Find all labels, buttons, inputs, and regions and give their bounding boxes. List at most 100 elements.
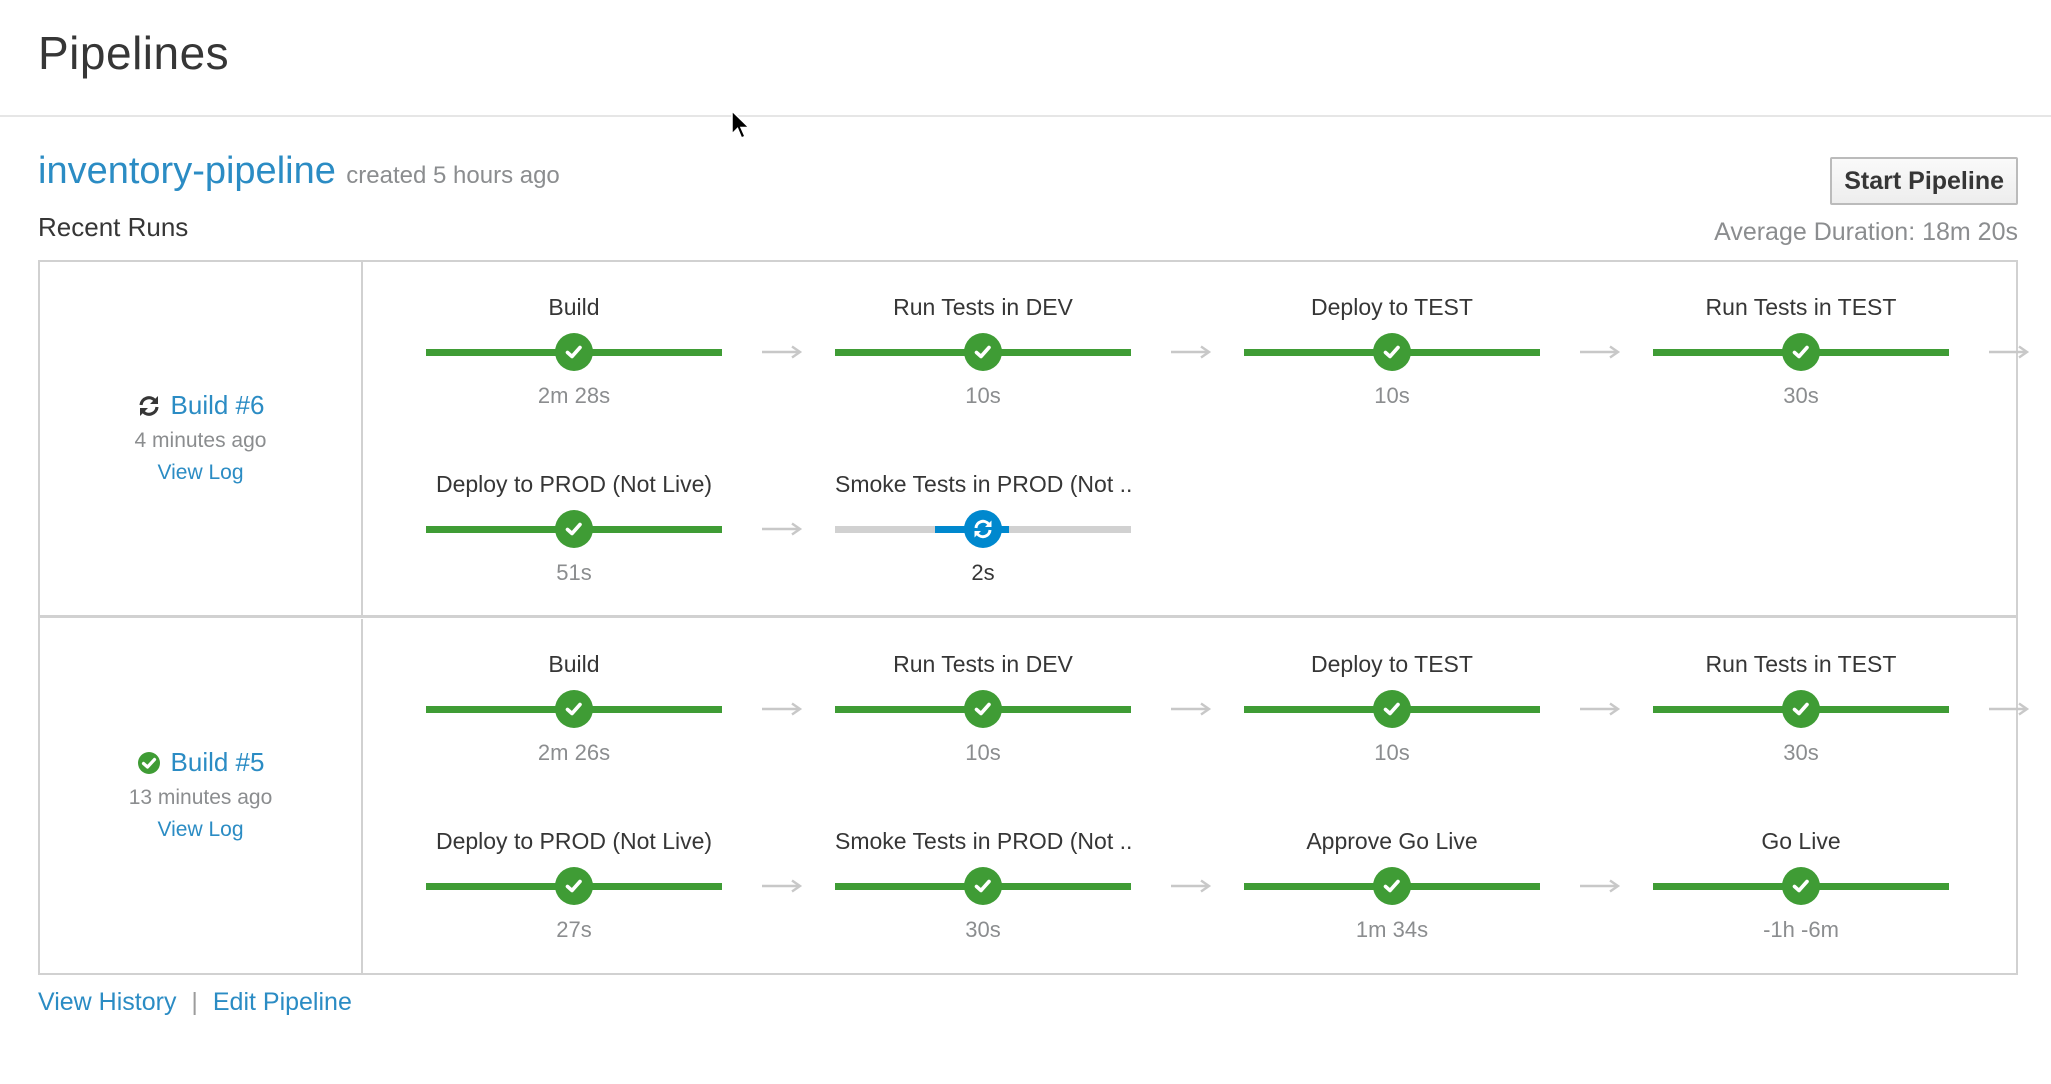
stage-check-icon [1782, 867, 1820, 905]
stage-name: Smoke Tests in PROD (Not ... [835, 471, 1131, 497]
stage-name: Build [548, 294, 600, 320]
stage-check-icon [1782, 690, 1820, 728]
refresh-icon [138, 395, 159, 416]
stage-check-icon [1782, 333, 1820, 371]
arrow-right-icon [1170, 879, 1212, 893]
edit-pipeline-link[interactable]: Edit Pipeline [213, 988, 352, 1016]
footer-links: View History | Edit Pipeline [38, 988, 352, 1017]
arrow-right-icon [761, 522, 803, 536]
stage-check-icon [964, 333, 1002, 371]
stage-progress-track [835, 333, 1131, 373]
pipeline-stage[interactable]: Run Tests in DEV 10s [835, 649, 1131, 766]
pipeline-stage[interactable]: Smoke Tests in PROD (Not ... 30s [835, 826, 1131, 943]
stage-progress-track [426, 510, 722, 550]
stage-name: Approve Go Live [1306, 828, 1478, 854]
pipeline-name-link[interactable]: inventory-pipeline [38, 150, 336, 192]
stage-name: Smoke Tests in PROD (Not ... [835, 828, 1131, 854]
stage-name: Run Tests in TEST [1705, 294, 1897, 320]
stage-check-icon [555, 510, 593, 548]
stage-progress-track [1244, 867, 1540, 907]
check-circle-icon [137, 751, 160, 774]
stage-duration: 1m 34s [1355, 917, 1429, 942]
page-header: Pipelines [0, 0, 2051, 117]
pipeline-created-time: created 5 hours ago [346, 162, 560, 189]
stage-name: Go Live [1761, 828, 1841, 854]
stage-name: Run Tests in TEST [1705, 651, 1897, 677]
stage-check-icon [964, 867, 1002, 905]
stage-progress-track [1653, 690, 1949, 730]
build-link[interactable]: Build #5 [171, 747, 265, 778]
stage-progress-track [1653, 867, 1949, 907]
pipeline-stage[interactable]: Smoke Tests in PROD (Not ... 2s [835, 469, 1131, 586]
arrow-right-icon [1170, 702, 1212, 716]
stage-name: Deploy to PROD (Not Live) [435, 471, 713, 497]
stage-duration: 2m 26s [537, 740, 611, 765]
page-title: Pipelines [38, 27, 230, 79]
view-log-link[interactable]: View Log [157, 461, 243, 485]
stage-duration: 30s [965, 917, 1001, 942]
stage-duration: 10s [1374, 383, 1410, 408]
stage-running-icon [964, 510, 1002, 548]
arrow-right-icon [1579, 345, 1621, 359]
stage-duration: 10s [965, 383, 1001, 408]
stage-progress-track [835, 867, 1131, 907]
stage-name: Run Tests in DEV [893, 294, 1073, 320]
stage-name: Build [548, 651, 600, 677]
stage-check-icon [1373, 867, 1411, 905]
average-duration: Average Duration: 18m 20s [1714, 218, 2018, 246]
stage-check-icon [555, 690, 593, 728]
pipeline-stage[interactable]: Deploy to PROD (Not Live) 51s [426, 469, 722, 586]
stage-list: Build 2m 26s Run Tests in DEV 10s Deploy to … [365, 619, 2030, 975]
pipeline-stage[interactable]: Deploy to TEST 10s [1244, 292, 1540, 409]
stage-progress-track [426, 333, 722, 373]
pipeline-stage[interactable]: Go Live -1h -6m [1653, 826, 1949, 943]
pipeline-stage[interactable]: Run Tests in TEST 30s [1653, 292, 1949, 409]
run-row-build-5: Build #5 13 minutes ago View Log Build 2m… [40, 619, 2030, 975]
build-time: 13 minutes ago [128, 786, 273, 809]
stage-duration: 30s [1783, 740, 1819, 765]
pipeline-stage[interactable]: Run Tests in DEV 10s [835, 292, 1131, 409]
stage-duration: 2m 28s [537, 383, 611, 408]
mouse-cursor-icon [731, 110, 751, 139]
pipeline-stage[interactable]: Build 2m 26s [426, 649, 722, 766]
build-time: 4 minutes ago [134, 429, 267, 452]
run-row-build-6: Build #6 4 minutes ago View Log Build 2m … [40, 262, 2030, 618]
stage-list: Build 2m 28s Run Tests in DEV 10s Deploy to … [365, 262, 2030, 615]
pipeline-stage[interactable]: Deploy to TEST 10s [1244, 649, 1540, 766]
stage-duration: 30s [1783, 383, 1819, 408]
stage-progress-track [835, 690, 1131, 730]
stage-duration: 27s [556, 917, 592, 942]
stage-progress-track [1244, 333, 1540, 373]
start-pipeline-button[interactable]: Start Pipeline [1830, 157, 2018, 205]
arrow-right-icon [1170, 345, 1212, 359]
stage-progress-track [1653, 333, 1949, 373]
arrow-right-icon [761, 879, 803, 893]
arrow-right-icon [1579, 879, 1621, 893]
stage-check-icon [1373, 690, 1411, 728]
run-info: Build #5 13 minutes ago View Log [40, 619, 363, 975]
pipeline-stage[interactable]: Deploy to PROD (Not Live) 27s [426, 826, 722, 943]
pipeline-stage[interactable]: Build 2m 28s [426, 292, 722, 409]
stage-duration: 51s [556, 560, 592, 585]
link-separator: | [191, 988, 198, 1016]
recent-runs-heading: Recent Runs [38, 212, 189, 242]
view-log-link[interactable]: View Log [157, 818, 243, 842]
arrow-right-icon [1988, 702, 2030, 716]
stage-progress-track [426, 690, 722, 730]
stage-duration: -1h -6m [1763, 917, 1839, 942]
stage-name: Run Tests in DEV [893, 651, 1073, 677]
recent-runs-table: Build #6 4 minutes ago View Log Build 2m … [38, 260, 2030, 975]
stage-name: Deploy to TEST [1311, 651, 1473, 677]
stage-check-icon [555, 867, 593, 905]
build-link[interactable]: Build #6 [171, 390, 265, 421]
stage-duration: 10s [965, 740, 1001, 765]
arrow-right-icon [1988, 345, 2030, 359]
stage-name: Deploy to TEST [1311, 294, 1473, 320]
pipeline-stage[interactable]: Run Tests in TEST 30s [1653, 649, 1949, 766]
stage-check-icon [555, 333, 593, 371]
pipeline-stage[interactable]: Approve Go Live 1m 34s [1244, 826, 1540, 943]
view-history-link[interactable]: View History [38, 988, 176, 1016]
arrow-right-icon [761, 702, 803, 716]
run-info: Build #6 4 minutes ago View Log [40, 262, 363, 615]
stage-duration: 2s [971, 560, 995, 585]
